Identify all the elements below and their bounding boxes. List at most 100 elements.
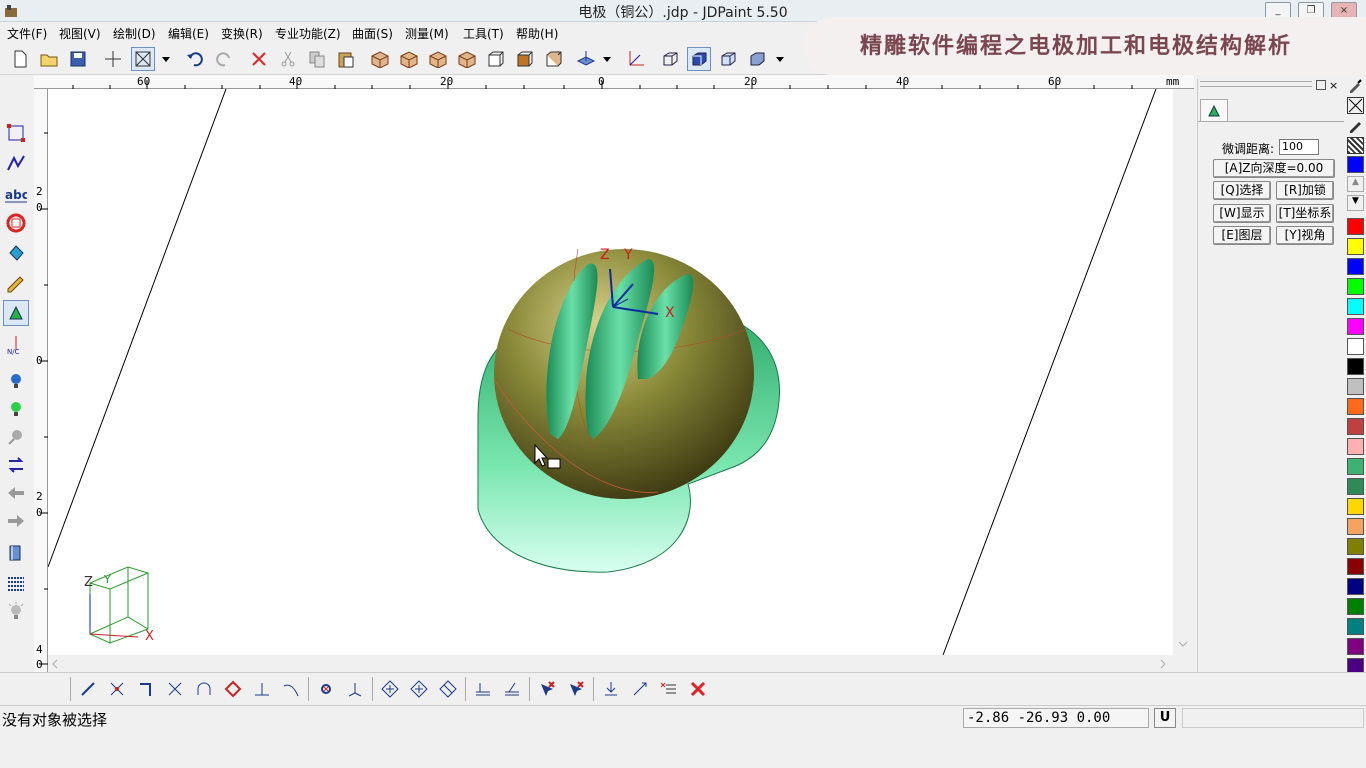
line-icon[interactable]	[76, 677, 100, 701]
undo-icon[interactable]	[183, 47, 207, 71]
pen-icon[interactable]	[1347, 117, 1364, 134]
color-swatch[interactable]	[1347, 338, 1364, 355]
menu-surface[interactable]: 曲面(S)	[352, 25, 393, 42]
wireframe-icon[interactable]	[658, 47, 682, 71]
select-points-icon[interactable]	[3, 120, 29, 146]
z-depth-button[interactable]: [A]Z向深度=0.00	[1213, 159, 1335, 178]
book-icon[interactable]	[3, 540, 29, 566]
color-swatch[interactable]	[1347, 458, 1364, 475]
list-remove-icon[interactable]	[657, 677, 681, 701]
exchange-icon[interactable]	[3, 452, 29, 478]
redo-icon[interactable]	[212, 47, 236, 71]
view-iso-back-icon[interactable]	[397, 47, 421, 71]
shaded-icon[interactable]	[687, 47, 711, 71]
fill-icon[interactable]	[3, 240, 29, 266]
view-iso-front-icon[interactable]	[368, 47, 392, 71]
display-button[interactable]: [W]显示	[1213, 204, 1271, 223]
new-file-icon[interactable]	[8, 47, 32, 71]
light-gray-icon[interactable]	[3, 424, 29, 450]
close-x-icon[interactable]	[686, 677, 710, 701]
menu-tools[interactable]: 工具(T)	[463, 25, 504, 42]
transform-icon[interactable]	[628, 677, 652, 701]
color-swatch[interactable]	[1347, 538, 1364, 555]
move-down-icon[interactable]	[599, 677, 623, 701]
menu-edit[interactable]: 编辑(E)	[168, 25, 209, 42]
arrow-right-icon[interactable]	[3, 508, 29, 534]
menu-special[interactable]: 专业功能(Z)	[275, 25, 341, 42]
cut-icon[interactable]	[276, 47, 300, 71]
menu-help[interactable]: 帮助(H)	[516, 25, 558, 42]
cross-icon[interactable]	[163, 677, 187, 701]
plane-level-1-icon[interactable]	[471, 677, 495, 701]
color-swatch[interactable]	[1347, 438, 1364, 455]
corner-icon[interactable]	[134, 677, 158, 701]
pattern-icon[interactable]	[1347, 137, 1364, 154]
arrow-left-icon[interactable]	[3, 480, 29, 506]
panel-float-icon[interactable]	[1316, 80, 1326, 90]
color-swatch[interactable]	[1347, 558, 1364, 575]
color-swatch[interactable]	[1347, 298, 1364, 315]
axis-icon[interactable]	[624, 47, 648, 71]
render-mode-icon[interactable]	[745, 47, 769, 71]
axis-snap-icon[interactable]	[343, 677, 367, 701]
vertical-scrollbar[interactable]	[1173, 89, 1193, 655]
nc-tool-icon[interactable]: N/C	[3, 332, 29, 358]
view-side-icon[interactable]	[542, 47, 566, 71]
no-entry-icon[interactable]	[3, 210, 29, 236]
unit-toggle-button[interactable]: U	[1154, 708, 1176, 728]
chevron-down-icon[interactable]	[600, 47, 614, 71]
color-swatch[interactable]	[1347, 518, 1364, 535]
grid-snap-3-icon[interactable]	[436, 677, 460, 701]
menu-draw[interactable]: 绘制(D)	[113, 25, 156, 42]
grid-snap-1-icon[interactable]	[378, 677, 402, 701]
coordinate-system-button[interactable]: [T]坐标系	[1276, 204, 1334, 223]
select-remove-icon[interactable]	[535, 677, 559, 701]
point-snap-icon[interactable]	[314, 677, 338, 701]
view-front-icon[interactable]	[484, 47, 508, 71]
lock-button[interactable]: [R]加锁	[1276, 181, 1334, 200]
eyedropper-icon[interactable]	[1347, 77, 1364, 94]
color-swatch[interactable]	[1347, 478, 1364, 495]
color-swatch[interactable]	[1347, 498, 1364, 515]
menu-measure[interactable]: 测量(M)	[405, 25, 449, 42]
color-swatch[interactable]	[1347, 318, 1364, 335]
open-folder-icon[interactable]	[37, 47, 61, 71]
arc-icon[interactable]	[192, 677, 216, 701]
polyline-icon[interactable]	[105, 677, 129, 701]
view-top-icon[interactable]	[513, 47, 537, 71]
pencil-icon[interactable]	[3, 270, 29, 296]
lamp-icon[interactable]	[3, 598, 29, 624]
color-swatch[interactable]	[1347, 418, 1364, 435]
current-color-swatch[interactable]	[1347, 156, 1364, 173]
copy-icon[interactable]	[305, 47, 329, 71]
scroll-up-icon[interactable]: ▲	[1347, 176, 1364, 192]
no-color-icon[interactable]	[1347, 97, 1364, 114]
color-swatch[interactable]	[1347, 398, 1364, 415]
box-select-icon[interactable]	[131, 47, 155, 71]
color-swatch[interactable]	[1347, 358, 1364, 375]
circle-point-icon[interactable]	[221, 677, 245, 701]
shaded-edges-icon[interactable]	[716, 47, 740, 71]
select-button[interactable]: [Q]选择	[1213, 181, 1271, 200]
color-swatch[interactable]	[1347, 638, 1364, 655]
perpendicular-icon[interactable]	[250, 677, 274, 701]
view-iso-right-icon[interactable]	[455, 47, 479, 71]
horizontal-scrollbar[interactable]	[48, 655, 1173, 672]
menu-file[interactable]: 文件(F)	[7, 25, 47, 42]
color-swatch[interactable]	[1347, 378, 1364, 395]
brush-icon[interactable]	[1200, 99, 1228, 121]
view-plane-icon[interactable]	[574, 47, 598, 71]
select-clear-icon[interactable]	[564, 677, 588, 701]
grid-snap-2-icon[interactable]	[407, 677, 431, 701]
tangent-icon[interactable]	[279, 677, 303, 701]
panel-close-icon[interactable]: ×	[1329, 79, 1338, 92]
scroll-down-icon[interactable]: ▼	[1347, 195, 1364, 211]
layers-icon[interactable]	[3, 570, 29, 596]
chevron-down-icon[interactable]	[771, 47, 789, 71]
color-swatch[interactable]	[1347, 278, 1364, 295]
plane-level-2-icon[interactable]	[500, 677, 524, 701]
3d-viewport[interactable]: Z Y X Z Y X	[47, 88, 1173, 656]
nudge-distance-input[interactable]: 100	[1279, 139, 1319, 155]
color-swatch[interactable]	[1347, 258, 1364, 275]
light-green-icon[interactable]	[3, 396, 29, 422]
